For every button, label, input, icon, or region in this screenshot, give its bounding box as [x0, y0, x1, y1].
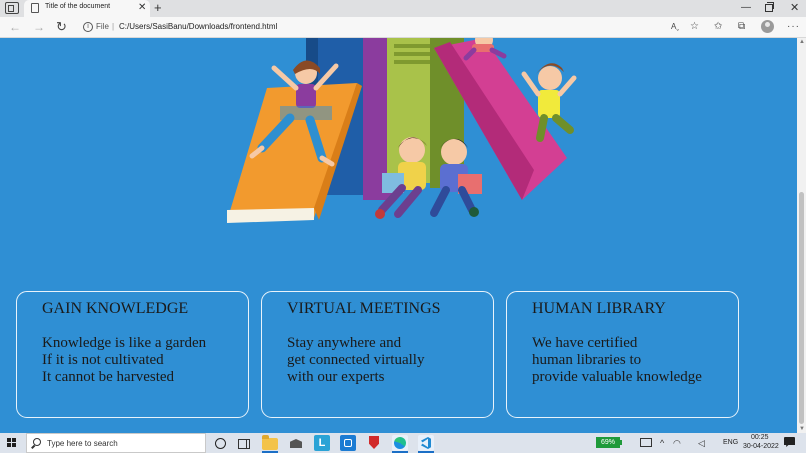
browser-tab-strip: Title of the document ✕ + — ✕ — [0, 0, 806, 17]
url-scheme-label: File — [96, 22, 109, 31]
vertical-scrollbar[interactable]: ▲ ▼ — [797, 38, 806, 433]
mail-icon[interactable] — [288, 435, 304, 451]
window-close-button[interactable]: ✕ — [790, 1, 799, 15]
card-text-line: Stay anywhere and — [287, 335, 402, 351]
notification-icon[interactable] — [784, 437, 795, 447]
card-gain-knowledge: GAIN KNOWLEDGE Knowledge is like a garde… — [16, 291, 249, 418]
card-title: HUMAN LIBRARY — [532, 300, 666, 317]
page-viewport: GAIN KNOWLEDGE Knowledge is like a garde… — [0, 38, 797, 433]
favorites-icon[interactable]: ✩ — [714, 21, 722, 33]
taskbar-search-box[interactable]: Type here to search — [26, 433, 206, 453]
card-text-line: We have certified — [532, 335, 638, 351]
card-title: GAIN KNOWLEDGE — [42, 300, 189, 317]
outlook-icon[interactable] — [340, 435, 356, 451]
forward-arrow-icon[interactable]: → — [33, 19, 45, 35]
tab-close-icon[interactable]: ✕ — [138, 1, 146, 15]
card-text-line: human libraries to — [532, 352, 642, 368]
add-favorite-icon[interactable]: ☆ — [690, 21, 699, 33]
battery-indicator[interactable]: 69% — [596, 437, 622, 448]
profile-icon[interactable] — [761, 20, 774, 33]
card-text-line: get connected virtually — [287, 352, 425, 368]
browser-toolbar: ← → ↻ i File | C:/Users/SasiBanu/Downloa… — [0, 17, 806, 38]
file-explorer-icon[interactable] — [262, 435, 278, 450]
clock-date[interactable]: 30-04-2022 — [743, 443, 779, 450]
document-icon — [31, 3, 39, 13]
volume-icon[interactable]: ◁ — [698, 438, 705, 448]
collections-icon[interactable]: ⧉ — [738, 21, 745, 33]
card-text-line: It cannot be harvested — [42, 369, 175, 385]
card-title: VIRTUAL MEETINGS — [287, 300, 441, 317]
scrollbar-thumb[interactable] — [799, 192, 804, 424]
clock-time[interactable]: 00:25 — [751, 434, 769, 441]
card-human-library: HUMAN LIBRARY We have certified human li… — [506, 291, 739, 418]
card-text-line: with our experts — [287, 369, 385, 385]
minimize-button[interactable]: — — [741, 1, 751, 15]
windows-taskbar: Type here to search L 69% ^ ◠ ◁ ENG 00:2… — [0, 433, 806, 453]
app-l-icon[interactable]: L — [314, 435, 330, 451]
scroll-down-icon[interactable]: ▼ — [799, 426, 805, 432]
search-icon — [33, 438, 41, 446]
kids-reading-books-illustration — [227, 38, 577, 223]
address-separator: | — [112, 22, 115, 31]
tab-actions-icon[interactable] — [5, 2, 19, 14]
search-placeholder: Type here to search — [47, 439, 118, 448]
windows-start-icon[interactable] — [7, 438, 17, 448]
more-icon[interactable]: ··· — [787, 21, 800, 33]
scroll-up-icon[interactable]: ▲ — [799, 39, 805, 45]
new-tab-button[interactable]: + — [154, 0, 162, 16]
cortana-icon[interactable] — [212, 435, 228, 451]
reload-icon[interactable]: ↻ — [56, 19, 67, 35]
task-view-icon[interactable] — [236, 435, 252, 451]
back-arrow-icon[interactable]: ← — [9, 19, 21, 35]
restore-button[interactable] — [765, 2, 774, 12]
vscode-icon[interactable] — [418, 435, 434, 451]
address-bar-url[interactable]: C:/Users/SasiBanu/Downloads/frontend.htm… — [119, 22, 277, 31]
keyboard-icon[interactable] — [640, 438, 652, 447]
network-icon[interactable]: ◠ — [673, 438, 681, 448]
tab-title: Title of the document — [45, 3, 111, 10]
language-indicator[interactable]: ENG — [723, 439, 738, 446]
info-icon[interactable]: i — [83, 22, 93, 32]
read-aloud-icon[interactable]: Aˬ — [671, 21, 679, 33]
browser-tab[interactable]: Title of the document ✕ — [24, 0, 150, 17]
card-text-line: provide valuable knowledge — [532, 369, 702, 385]
antivirus-shield-icon[interactable] — [366, 435, 382, 451]
chevron-up-icon[interactable]: ^ — [660, 438, 664, 448]
card-virtual-meetings: VIRTUAL MEETINGS Stay anywhere and get c… — [261, 291, 494, 418]
card-text-line: Knowledge is like a garden — [42, 335, 207, 351]
edge-browser-icon[interactable] — [392, 435, 408, 451]
card-text-line: If it is not cultivated — [42, 352, 164, 368]
